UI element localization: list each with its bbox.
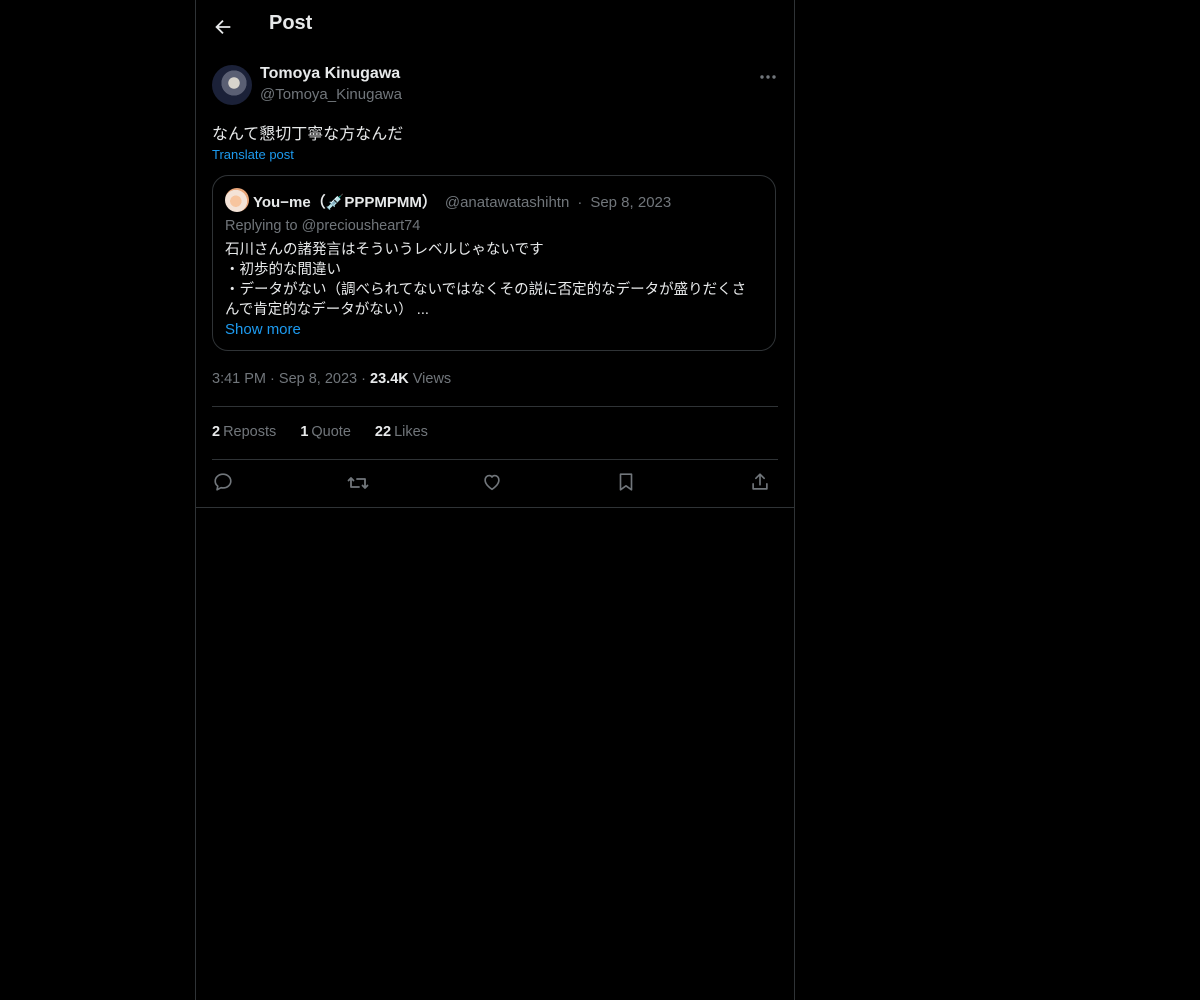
post-stats: 2 Reposts 1 Quote 22 Likes <box>212 424 448 440</box>
quoted-text: 石川さんの諸発言はそういうレベルじゃないです ・初歩的な間違い ・データがない（… <box>225 240 765 320</box>
reposts-stat[interactable]: 2 Reposts <box>212 424 276 440</box>
more-horizontal-icon[interactable] <box>758 67 778 87</box>
show-more-link[interactable]: Show more <box>225 321 301 338</box>
quoted-separator: · <box>577 194 583 211</box>
post-column: Post Tomoya Kinugawa @Tomoya_Kinugawa なん… <box>195 0 795 1000</box>
repost-icon[interactable] <box>346 471 370 495</box>
reposts-count: 2 <box>212 424 221 440</box>
divider <box>212 406 778 407</box>
views-label: Views <box>412 371 452 387</box>
likes-stat[interactable]: 22 Likes <box>375 424 428 440</box>
author-handle[interactable]: @Tomoya_Kinugawa <box>260 86 402 103</box>
post-meta: 3:41 PM · Sep 8, 2023 · 23.4K Views <box>212 371 451 387</box>
post-author: Tomoya Kinugawa @Tomoya_Kinugawa <box>212 65 778 107</box>
quoted-text-line: ・初歩的な間違い <box>225 262 341 278</box>
quotes-count: 1 <box>300 424 309 440</box>
arrow-left-icon[interactable] <box>212 16 234 38</box>
meta-separator: · <box>270 371 275 387</box>
author-name[interactable]: Tomoya Kinugawa <box>260 65 400 83</box>
heart-icon[interactable] <box>481 471 505 495</box>
quoted-post[interactable]: You−me（💉PPPMPMM） @anatawatashihtn · Sep 8, … <box>212 175 776 351</box>
divider <box>212 459 778 460</box>
post-text: なんて懇切丁寧な方なんだ <box>212 126 404 143</box>
quoted-replying-to: Replying to @preciousheart74 <box>225 218 421 234</box>
page-title: Post <box>269 12 313 34</box>
divider <box>196 507 794 508</box>
views-count: 23.4K <box>370 371 409 387</box>
quoted-text-line: ・データがない（調べられてないではなくその説に否定的なデータが盛りだくさ <box>225 282 747 298</box>
likes-count: 22 <box>374 424 392 440</box>
quoted-avatar[interactable] <box>225 188 249 212</box>
quoted-name: You−me（💉PPPMPMM） <box>253 194 437 211</box>
translate-post-link[interactable]: Translate post <box>212 147 294 162</box>
quoted-text-line: 石川さんの諸発言はそういうレベルじゃないです <box>225 242 544 258</box>
reposts-label: Reposts <box>223 424 277 440</box>
action-bar <box>212 471 778 497</box>
post-time[interactable]: 3:41 PM <box>212 371 266 387</box>
post-header: Post <box>196 0 794 54</box>
quoted-date: Sep 8, 2023 <box>590 194 672 211</box>
quotes-label: Quote <box>311 424 351 440</box>
bookmark-icon[interactable] <box>615 471 639 495</box>
quoted-text-line: んで肯定的なデータがない） ... <box>225 302 429 318</box>
avatar[interactable] <box>212 65 252 105</box>
post-date[interactable]: Sep 8, 2023 <box>279 371 357 387</box>
quotes-stat[interactable]: 1 Quote <box>300 424 351 440</box>
quoted-handle: @anatawatashihtn <box>444 194 570 211</box>
quoted-header: You−me（💉PPPMPMM） @anatawatashihtn · Sep 8, … <box>253 191 671 212</box>
share-icon[interactable] <box>749 471 773 495</box>
meta-separator: · <box>361 371 366 387</box>
likes-label: Likes <box>394 424 428 440</box>
reply-icon[interactable] <box>212 471 236 495</box>
